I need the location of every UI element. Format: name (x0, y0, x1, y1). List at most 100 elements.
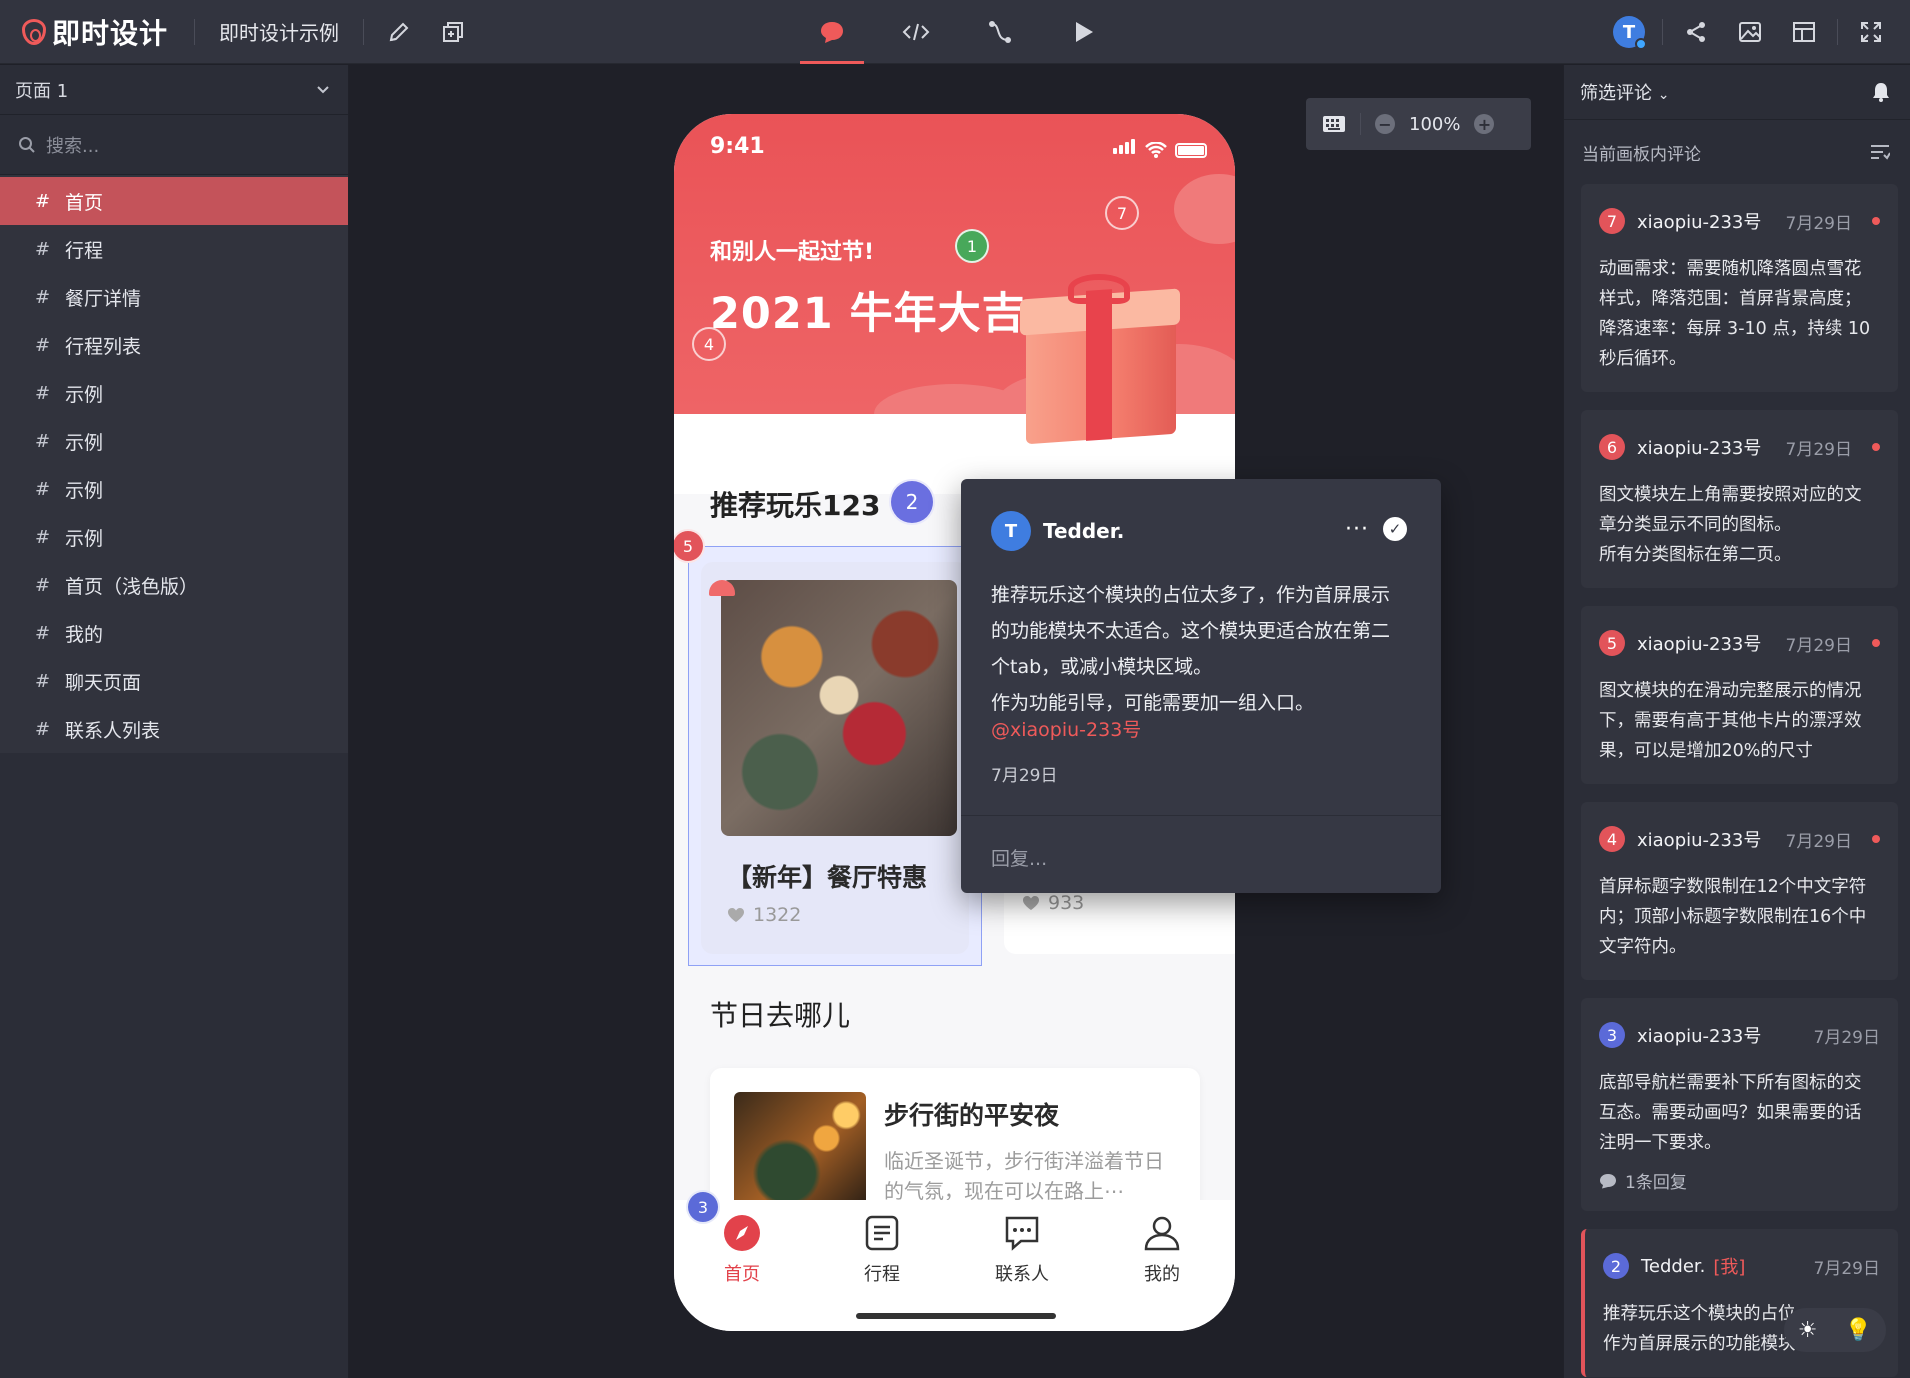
reply-placeholder: 回复... (991, 848, 1048, 870)
avatar-letter: T (1622, 21, 1636, 43)
replies-link[interactable]: 1条回复 (1599, 1168, 1880, 1193)
comment-date: 7月29日 (1785, 439, 1852, 460)
event-photo (734, 1092, 866, 1208)
frame-icon: # (35, 286, 51, 308)
event-title: 步行街的平安夜 (884, 1101, 1060, 1130)
comment-author: T Tedder. (991, 511, 1124, 551)
frame-icon: # (35, 622, 51, 644)
comment-date: 7月29日 (991, 766, 1058, 786)
layout-icon[interactable] (1777, 0, 1831, 64)
frame-item[interactable]: # 首页（浅色版） (0, 561, 348, 609)
heart-icon (1023, 896, 1039, 910)
hero-title: 2021 牛年大吉 (710, 289, 1026, 339)
image-icon[interactable] (1723, 0, 1777, 64)
play-icon[interactable] (1042, 0, 1126, 64)
comment-date: 7月29日 (1813, 1258, 1880, 1279)
comment-date: 7月29日 (1813, 1027, 1880, 1048)
comment-user: xiaopiu-233号 (1637, 1026, 1762, 1047)
comment-card[interactable]: 2 Tedder. [我] 7月29日 推荐玩乐这个模块的占位 作为首屏展示的功能模块… (1581, 1229, 1898, 1377)
comment-card[interactable]: 5 xiaopiu-233号 7月29日 图文模块的在滑动完整展示的情况 下，需要有… (1581, 606, 1898, 784)
recommend-card[interactable]: 【新年】餐厅特惠 1322 (701, 562, 969, 954)
comment-text: 首屏标题字数限制在12个中文字符 内；顶部小标题字数限制在16个中 文字符内。 (1599, 877, 1867, 957)
zoom-out-button[interactable]: − (1375, 114, 1395, 134)
status-time: 9:41 (710, 134, 765, 159)
frame-label: 行程列表 (65, 335, 142, 358)
zoom-in-button[interactable]: + (1474, 114, 1495, 134)
frame-icon: # (35, 190, 51, 212)
avatar: T (1613, 16, 1647, 50)
tab-me[interactable]: 我的 (1117, 1214, 1207, 1286)
me-tag: [我] (1713, 1257, 1746, 1278)
user-avatar[interactable]: T (1602, 0, 1656, 64)
sort-list-icon[interactable] (1870, 144, 1890, 160)
tab-home[interactable]: 首页 (697, 1214, 787, 1286)
zoom-value[interactable]: 100% (1409, 114, 1460, 135)
wifi-icon (1145, 142, 1167, 158)
comment-number: 5 (1599, 630, 1625, 656)
frame-item[interactable]: # 示例 (0, 465, 348, 513)
comment-pin[interactable]: 2 (889, 479, 935, 525)
filter-comments-dropdown[interactable]: 筛选评论 ⌄ (1580, 79, 1669, 105)
page-selector[interactable]: 页面 1 (0, 65, 348, 115)
comment-card[interactable]: 6 xiaopiu-233号 7月29日 图文模块左上角需要按照对应的文 章分类显示… (1581, 410, 1898, 588)
frame-item[interactable]: # 行程列表 (0, 321, 348, 369)
lightbulb-icon[interactable]: 💡 (1845, 1318, 1872, 1343)
current-board-label: 当前画板内评论 (1582, 144, 1701, 165)
chat-icon (1003, 1214, 1041, 1252)
frame-item[interactable]: # 餐厅详情 (0, 273, 348, 321)
replies-count: 1条回复 (1625, 1173, 1687, 1193)
comment-user: xiaopiu-233号 (1637, 212, 1762, 233)
top-toolbar: 即时设计 即时设计示例 T (0, 0, 1910, 64)
divider (1662, 19, 1663, 45)
comment-pin[interactable]: 4 (692, 327, 726, 361)
comment-pin[interactable]: 1 (955, 229, 989, 263)
comment-icon[interactable] (790, 0, 874, 64)
comment-card[interactable]: 3 xiaopiu-233号 7月29日 底部导航栏需要补下所有图标的交 互态。需要… (1581, 998, 1898, 1211)
project-name[interactable]: 即时设计示例 (219, 17, 339, 46)
mention-link[interactable]: @xiaopiu-233号 (991, 715, 1141, 742)
frame-item[interactable]: # 行程 (0, 225, 348, 273)
pencil-icon[interactable] (372, 0, 426, 64)
frame-item[interactable]: # 联系人列表 (0, 705, 348, 753)
like-count[interactable]: 933 (1022, 892, 1084, 914)
frame-item[interactable]: # 示例 (0, 513, 348, 561)
prototype-link-icon[interactable] (958, 0, 1042, 64)
frame-item[interactable]: # 我的 (0, 609, 348, 657)
frame-item[interactable]: # 示例 (0, 369, 348, 417)
frame-item[interactable]: # 首页 (0, 177, 348, 225)
like-count[interactable]: 1322 (727, 904, 801, 926)
code-icon[interactable] (874, 0, 958, 64)
tab-itinerary[interactable]: 行程 (837, 1214, 927, 1286)
fullscreen-icon[interactable] (1844, 0, 1898, 64)
tab-contacts[interactable]: 联系人 (977, 1214, 1067, 1286)
toolbar-right: T (1602, 0, 1898, 64)
search-input[interactable]: 搜索... (0, 115, 348, 175)
filter-label: 筛选评论 (1580, 83, 1652, 104)
bell-icon[interactable] (1872, 82, 1890, 102)
frame-item[interactable]: # 聊天页面 (0, 657, 348, 705)
app-logo[interactable]: 即时设计 (22, 12, 168, 52)
frame-item[interactable]: # 示例 (0, 417, 348, 465)
comment-pin[interactable]: 3 (686, 1190, 720, 1224)
component-icon[interactable] (426, 0, 480, 64)
comment-card[interactable]: 4 xiaopiu-233号 7月29日 首屏标题字数限制在12个中文字符 内；顶部… (1581, 802, 1898, 980)
frame-icon: # (35, 382, 51, 404)
comment-date: 7月29日 (1785, 213, 1852, 234)
comment-number: 6 (1599, 434, 1625, 460)
share-icon[interactable] (1669, 0, 1723, 64)
signal-icon (1113, 139, 1137, 158)
battery-icon (1175, 143, 1207, 158)
reply-input[interactable]: 回复... (961, 815, 1441, 893)
frame-label: 首页（浅色版） (65, 575, 199, 598)
more-options-icon[interactable]: ··· (1345, 517, 1369, 542)
resolve-check-icon[interactable]: ✓ (1383, 517, 1407, 541)
divider (1837, 19, 1838, 45)
sun-icon[interactable]: ☀ (1798, 1318, 1818, 1343)
comment-number: 2 (1603, 1253, 1629, 1279)
keyboard-icon[interactable] (1322, 115, 1346, 133)
frame-icon: # (35, 238, 51, 260)
comment-card[interactable]: 7 xiaopiu-233号 7月29日 动画需求：需要随机降落圆点雪花 样式，降落… (1581, 184, 1898, 392)
home-indicator (856, 1313, 1056, 1319)
comment-date: 7月29日 (1785, 831, 1852, 852)
comment-pin[interactable]: 7 (1105, 196, 1139, 230)
